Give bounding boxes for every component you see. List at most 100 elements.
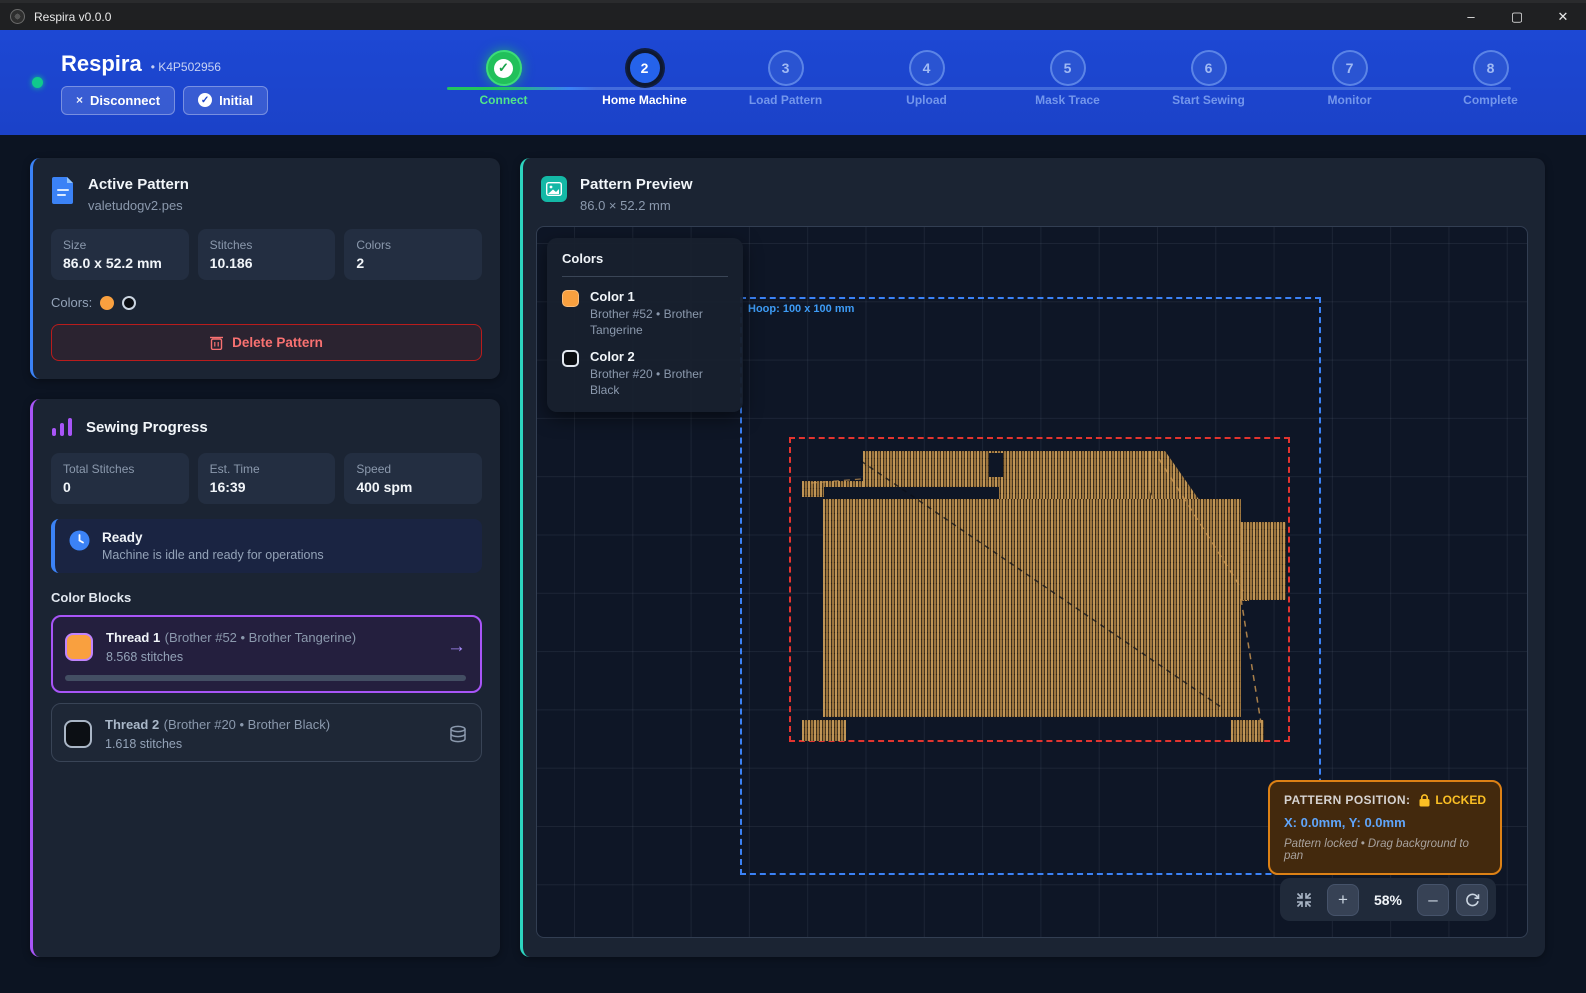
speed-value: 400 spm [356, 479, 470, 495]
step-2-circle[interactable]: 2 [627, 50, 663, 86]
delete-pattern-button[interactable]: Delete Pattern [51, 324, 482, 361]
legend-color-2: Color 2 Brother #20 • Brother Black [562, 349, 728, 398]
locked-badge: LOCKED [1419, 793, 1486, 807]
step-5-label: Mask Trace [1035, 93, 1100, 107]
step-start-sewing[interactable]: 6 Start Sewing [1138, 50, 1279, 120]
status-title: Ready [102, 530, 324, 545]
step-6-circle[interactable]: 6 [1191, 50, 1227, 86]
legend-name-1: Color 1 [590, 289, 728, 304]
title-bar: Respira v0.0.0 – ▢ ✕ [0, 0, 1586, 30]
minimize-button[interactable]: – [1448, 2, 1494, 32]
fit-to-view-button[interactable] [1288, 884, 1320, 916]
step-upload[interactable]: 4 Upload [856, 50, 997, 120]
step-2-label: Home Machine [602, 93, 687, 107]
layers-stack-icon [449, 725, 467, 743]
app-name: Respira [61, 51, 142, 77]
initial-label: Initial [219, 93, 253, 108]
thread-1-name: Thread 1 [106, 630, 160, 645]
zoom-toolbar: + 58% – [1280, 878, 1496, 921]
check-circle-icon: ✓ [198, 93, 212, 107]
thread-1-detail: (Brother #52 • Brother Tangerine) [165, 630, 356, 645]
step-4-label: Upload [906, 93, 947, 107]
thread-1-stitches: 8.568 stitches [106, 650, 356, 664]
stat-size-value: 86.0 x 52.2 mm [63, 255, 177, 271]
position-title: PATTERN POSITION: [1284, 793, 1410, 807]
thread-2-name: Thread 2 [105, 717, 159, 732]
legend-swatch-2 [562, 350, 579, 367]
active-pattern-title: Active Pattern [88, 176, 189, 193]
reset-view-button[interactable] [1456, 884, 1488, 916]
legend-name-2: Color 2 [590, 349, 728, 364]
step-4-circle[interactable]: 4 [909, 50, 945, 86]
step-mask-trace[interactable]: 5 Mask Trace [997, 50, 1138, 120]
step-complete[interactable]: 8 Complete [1420, 50, 1561, 120]
close-button[interactable]: ✕ [1540, 2, 1586, 32]
pattern-bounds[interactable] [789, 437, 1290, 742]
step-3-label: Load Pattern [749, 93, 822, 107]
pattern-canvas[interactable]: Hoop: 100 x 100 mm [536, 226, 1528, 938]
initial-button[interactable]: ✓ Initial [183, 86, 268, 115]
step-8-circle[interactable]: 8 [1473, 50, 1509, 86]
disconnect-button[interactable]: × Disconnect [61, 86, 175, 115]
stat-stitches-value: 10.186 [210, 255, 324, 271]
file-document-icon [51, 176, 75, 204]
app-icon [10, 9, 25, 24]
est-time-value: 16:39 [210, 479, 324, 495]
step-5-circle[interactable]: 5 [1050, 50, 1086, 86]
zoom-level: 58% [1366, 892, 1410, 908]
est-time-label: Est. Time [210, 462, 324, 476]
step-load-pattern[interactable]: 3 Load Pattern [715, 50, 856, 120]
colors-legend-panel: Colors Color 1 Brother #52 • Brother Tan… [547, 238, 743, 412]
step-monitor[interactable]: 7 Monitor [1279, 50, 1420, 120]
step-6-label: Start Sewing [1172, 93, 1245, 107]
zoom-out-button[interactable]: – [1417, 884, 1449, 916]
step-connect[interactable]: ✓ Connect [433, 50, 574, 120]
thread-2-block[interactable]: Thread 2 (Brother #20 • Brother Black) 1… [51, 703, 482, 762]
travel-stitch-lines [791, 439, 1292, 744]
delete-pattern-label: Delete Pattern [232, 335, 323, 350]
collapse-arrows-icon [1296, 892, 1312, 908]
bar-chart-icon [51, 417, 73, 437]
lock-icon [1419, 794, 1430, 807]
trash-icon [210, 335, 223, 350]
refresh-icon [1465, 892, 1480, 907]
thread-1-block[interactable]: Thread 1 (Brother #52 • Brother Tangerin… [51, 615, 482, 693]
legend-desc-1: Brother #52 • Brother Tangerine [590, 307, 728, 338]
disconnect-label: Disconnect [90, 93, 160, 108]
clock-icon [69, 530, 90, 551]
step-1-circle[interactable]: ✓ [486, 50, 522, 86]
step-7-circle[interactable]: 7 [1332, 50, 1368, 86]
speed-label: Speed [356, 462, 470, 476]
stat-stitches-label: Stitches [210, 238, 324, 252]
stat-size: Size 86.0 x 52.2 mm [51, 229, 189, 280]
stat-colors-value: 2 [356, 255, 470, 271]
stat-colors: Colors 2 [344, 229, 482, 280]
image-icon [541, 176, 567, 202]
zoom-in-button[interactable]: + [1327, 884, 1359, 916]
colors-label: Colors: [51, 295, 92, 310]
machine-status-banner: Ready Machine is idle and ready for oper… [51, 519, 482, 573]
locked-label: LOCKED [1435, 793, 1486, 807]
stat-total-stitches: Total Stitches 0 [51, 453, 189, 504]
preview-dimensions: 86.0 × 52.2 mm [580, 198, 693, 213]
pattern-preview-card: Pattern Preview 86.0 × 52.2 mm Hoop: 100… [520, 158, 1545, 957]
app-header: Respira • K4P502956 × Disconnect ✓ Initi… [0, 30, 1586, 135]
step-3-circle[interactable]: 3 [768, 50, 804, 86]
thread-2-stitches: 1.618 stitches [105, 737, 330, 751]
color-dot-orange [100, 296, 114, 310]
workflow-stepper: ✓ Connect 2 Home Machine 3 Load Pattern … [433, 50, 1561, 120]
active-pattern-card: Active Pattern valetudogv2.pes Size 86.0… [30, 158, 500, 379]
thread-2-swatch [64, 720, 92, 748]
preview-title: Pattern Preview [580, 176, 693, 193]
stat-colors-label: Colors [356, 238, 470, 252]
maximize-button[interactable]: ▢ [1494, 2, 1540, 32]
checkmark-icon: ✓ [494, 59, 513, 78]
step-home-machine[interactable]: 2 Home Machine [574, 50, 715, 120]
color-dot-black [122, 296, 136, 310]
legend-color-1: Color 1 Brother #52 • Brother Tangerine [562, 289, 728, 338]
colors-panel-title: Colors [562, 251, 728, 277]
hoop-label: Hoop: 100 x 100 mm [748, 303, 854, 315]
stat-speed: Speed 400 spm [344, 453, 482, 504]
position-hint: Pattern locked • Drag background to pan [1284, 838, 1486, 862]
pattern-position-overlay: PATTERN POSITION: LOCKED X: 0.0mm, Y: 0.… [1268, 780, 1502, 875]
